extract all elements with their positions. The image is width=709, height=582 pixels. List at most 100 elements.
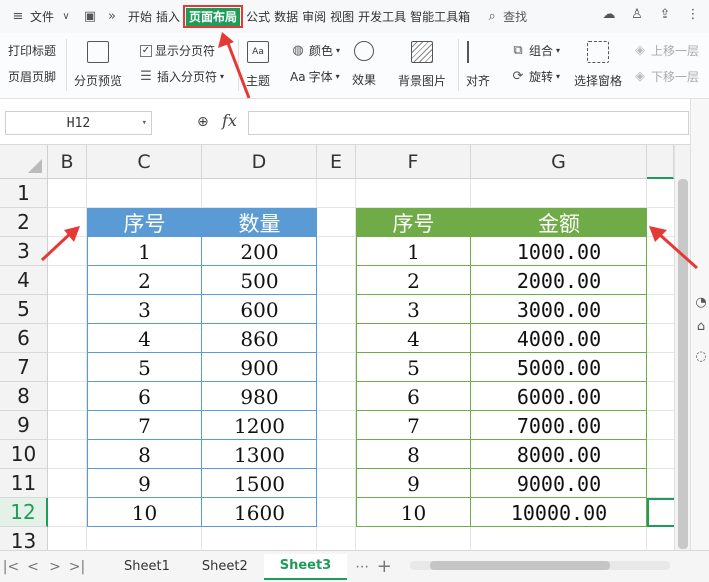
row-header-12[interactable]: 12 bbox=[0, 498, 48, 527]
cloud-sync-icon[interactable]: ☁ bbox=[601, 7, 617, 23]
sheet-tab-2[interactable]: Sheet2 bbox=[186, 554, 264, 580]
row-header-10[interactable]: 10 bbox=[0, 440, 48, 469]
tab-data[interactable]: 数据 bbox=[272, 8, 300, 25]
side-expand-icon[interactable]: ◔ bbox=[693, 295, 709, 311]
save-icon[interactable]: ▣ bbox=[82, 9, 98, 25]
row-header-13[interactable]: 13 bbox=[0, 527, 48, 550]
row-header-4[interactable]: 4 bbox=[0, 266, 48, 295]
group-button[interactable]: ⧉ 组合 ▾ bbox=[510, 42, 560, 59]
sheet-grid[interactable]: B C D E F G 1 2 3 4 5 6 7 8 9 10 11 12 13 序号 数量 1 200 2 500 3 600 4… bbox=[0, 145, 674, 550]
table2-cell[interactable]: 10 bbox=[356, 498, 471, 527]
table1-cell[interactable]: 3 bbox=[87, 295, 202, 324]
side-help-icon[interactable]: ◌ bbox=[693, 349, 709, 365]
search-box[interactable]: ⌕ 查找 bbox=[484, 8, 528, 25]
table1-cell[interactable]: 1 bbox=[87, 237, 202, 266]
horizontal-scrollbar[interactable] bbox=[390, 558, 690, 572]
more-chevron-icon[interactable]: » bbox=[104, 9, 120, 25]
table1-cell[interactable]: 9 bbox=[87, 469, 202, 498]
align-button[interactable]: 对齐 bbox=[466, 41, 490, 89]
column-header-h[interactable] bbox=[647, 145, 674, 179]
show-page-break-checkbox[interactable]: ✓ 显示分页符 bbox=[140, 42, 215, 59]
table1-header-cell[interactable]: 数量 bbox=[202, 208, 317, 237]
table2-cell[interactable]: 8 bbox=[356, 440, 471, 469]
table1-header-cell[interactable]: 序号 bbox=[87, 208, 202, 237]
insert-page-break-button[interactable]: ☰ 插入分页符 ▾ bbox=[138, 68, 224, 85]
select-pane-button[interactable]: 选择窗格 bbox=[574, 41, 622, 89]
table1-cell[interactable]: 1300 bbox=[202, 440, 317, 469]
table2-cell[interactable]: 2000.00 bbox=[471, 266, 647, 295]
table1-cell[interactable]: 4 bbox=[87, 324, 202, 353]
column-header-d[interactable]: D bbox=[202, 145, 317, 179]
table2-cell[interactable]: 7000.00 bbox=[471, 411, 647, 440]
name-box[interactable]: H12 ▾ bbox=[5, 111, 152, 135]
table1-cell[interactable]: 8 bbox=[87, 440, 202, 469]
row-header-7[interactable]: 7 bbox=[0, 353, 48, 382]
file-menu[interactable]: ≡ 文件 ∨ bbox=[0, 8, 74, 25]
move-down-button[interactable]: ◈ 下移一层 bbox=[632, 68, 699, 85]
sheet-tab-3[interactable]: Sheet3 bbox=[263, 553, 348, 580]
table2-cell[interactable]: 5000.00 bbox=[471, 353, 647, 382]
header-footer-button[interactable]: 页眉页脚 bbox=[8, 68, 56, 85]
table2-cell[interactable]: 5 bbox=[356, 353, 471, 382]
side-tool-icon[interactable]: ⌂ bbox=[693, 319, 709, 335]
row-header-6[interactable]: 6 bbox=[0, 324, 48, 353]
column-header-c[interactable]: C bbox=[87, 145, 202, 179]
table1-cell[interactable]: 6 bbox=[87, 382, 202, 411]
table2-cell[interactable]: 9 bbox=[356, 469, 471, 498]
table1-cell[interactable]: 980 bbox=[202, 382, 317, 411]
page-break-preview-button[interactable]: 分页预览 bbox=[74, 41, 122, 89]
table1-cell[interactable]: 1200 bbox=[202, 411, 317, 440]
row-header-11[interactable]: 11 bbox=[0, 469, 48, 498]
tab-formula[interactable]: 公式 bbox=[244, 8, 272, 25]
print-title-button[interactable]: 打印标题 bbox=[8, 42, 56, 59]
table1-cell[interactable]: 2 bbox=[87, 266, 202, 295]
table2-header-cell[interactable]: 金额 bbox=[471, 208, 647, 237]
table2-cell[interactable]: 9000.00 bbox=[471, 469, 647, 498]
tab-home[interactable]: 开始 bbox=[126, 8, 154, 25]
first-sheet-icon[interactable]: |< bbox=[0, 559, 22, 575]
tab-review[interactable]: 审阅 bbox=[300, 8, 328, 25]
prev-sheet-icon[interactable]: < bbox=[22, 559, 44, 575]
table1-cell[interactable]: 600 bbox=[202, 295, 317, 324]
share-icon[interactable]: ⇪ bbox=[657, 7, 673, 23]
move-up-button[interactable]: ◈ 上移一层 bbox=[632, 42, 699, 59]
tab-developer[interactable]: 开发工具 bbox=[356, 8, 408, 25]
table2-cell[interactable]: 6000.00 bbox=[471, 382, 647, 411]
table2-cell[interactable]: 4 bbox=[356, 324, 471, 353]
table1-cell[interactable]: 7 bbox=[87, 411, 202, 440]
tab-view[interactable]: 视图 bbox=[328, 8, 356, 25]
table2-cell[interactable]: 4000.00 bbox=[471, 324, 647, 353]
user-icon[interactable]: ♙ bbox=[629, 7, 645, 23]
sheet-tab-1[interactable]: Sheet1 bbox=[108, 554, 186, 580]
horizontal-scroll-thumb[interactable] bbox=[430, 561, 610, 570]
row-header-8[interactable]: 8 bbox=[0, 382, 48, 411]
table2-cell[interactable]: 3000.00 bbox=[471, 295, 647, 324]
table2-header-cell[interactable]: 序号 bbox=[356, 208, 471, 237]
table2-cell[interactable]: 7 bbox=[356, 411, 471, 440]
row-header-1[interactable]: 1 bbox=[0, 179, 48, 208]
row-header-5[interactable]: 5 bbox=[0, 295, 48, 324]
table1-cell[interactable]: 1600 bbox=[202, 498, 317, 527]
table1-cell[interactable]: 10 bbox=[87, 498, 202, 527]
tab-smart-toolbox[interactable]: 智能工具箱 bbox=[408, 8, 472, 25]
table2-cell[interactable]: 10000.00 bbox=[471, 498, 647, 527]
table1-cell[interactable]: 500 bbox=[202, 266, 317, 295]
effect-button[interactable]: 效果 bbox=[352, 41, 376, 88]
table2-cell[interactable]: 3 bbox=[356, 295, 471, 324]
color-button[interactable]: ◍ 颜色 ▾ bbox=[290, 42, 340, 59]
last-sheet-icon[interactable]: >| bbox=[66, 559, 88, 575]
zoom-search-icon[interactable]: ⊕ bbox=[197, 114, 209, 130]
more-sheets-icon[interactable]: ⋯ bbox=[351, 559, 373, 575]
table2-cell[interactable]: 1000.00 bbox=[471, 237, 647, 266]
tab-page-layout[interactable]: 页面布局 bbox=[186, 8, 241, 26]
vertical-scrollbar[interactable] bbox=[674, 145, 690, 550]
column-header-g[interactable]: G bbox=[471, 145, 647, 179]
next-sheet-icon[interactable]: > bbox=[44, 559, 66, 575]
select-all-corner[interactable] bbox=[0, 145, 48, 179]
column-header-b[interactable]: B bbox=[48, 145, 87, 179]
table2-cell[interactable]: 1 bbox=[356, 237, 471, 266]
font-button[interactable]: Aa 字体 ▾ bbox=[290, 68, 340, 85]
table2-cell[interactable]: 6 bbox=[356, 382, 471, 411]
formula-input[interactable] bbox=[248, 111, 689, 135]
rotate-button[interactable]: ⟳ 旋转 ▾ bbox=[510, 68, 560, 85]
